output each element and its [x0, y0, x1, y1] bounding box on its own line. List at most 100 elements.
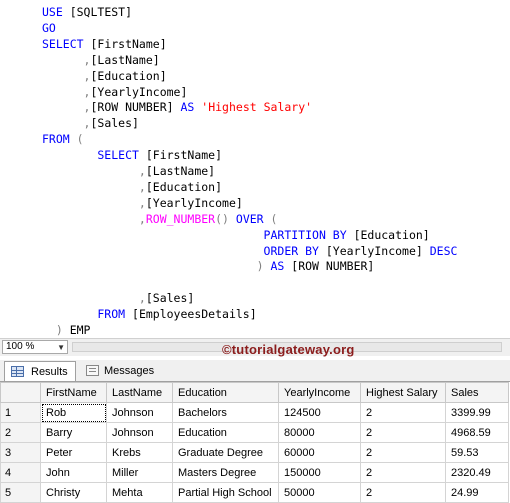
table-cell[interactable]: Peter — [41, 443, 107, 463]
code-token: [FirstName] — [84, 37, 167, 51]
table-cell[interactable]: 150000 — [279, 463, 361, 483]
table-cell[interactable]: 3399.99 — [446, 403, 509, 423]
code-token: FROM — [42, 307, 125, 321]
table-cell[interactable]: 2 — [361, 463, 446, 483]
code-token: OVER — [236, 212, 264, 226]
table-cell[interactable]: Miller — [107, 463, 173, 483]
tab-results[interactable]: Results — [4, 361, 76, 381]
code-token: DESC — [430, 244, 458, 258]
table-cell[interactable]: Barry — [41, 423, 107, 443]
code-token: , — [42, 85, 90, 99]
table-cell[interactable]: Rob — [41, 403, 107, 423]
messages-icon — [86, 365, 99, 376]
code-token: , — [42, 164, 146, 178]
code-token: , — [42, 116, 90, 130]
results-tabbar: Results Messages — [0, 360, 510, 382]
column-header[interactable]: YearlyIncome — [279, 383, 361, 403]
column-header[interactable]: Education — [173, 383, 279, 403]
table-cell[interactable]: Graduate Degree — [173, 443, 279, 463]
grid-corner[interactable] — [1, 383, 41, 403]
table-cell[interactable]: 2 — [361, 403, 446, 423]
code-token: [Education] — [146, 180, 222, 194]
row-number[interactable]: 2 — [1, 423, 41, 443]
code-token: GO — [42, 21, 56, 35]
code-token: [LastName] — [146, 164, 215, 178]
code-token: [ROW NUMBER] — [284, 259, 374, 273]
table-cell[interactable]: Masters Degree — [173, 463, 279, 483]
results-grid[interactable]: FirstNameLastNameEducationYearlyIncomeHi… — [0, 382, 510, 500]
results-table: FirstNameLastNameEducationYearlyIncomeHi… — [0, 382, 509, 503]
code-token: ) — [42, 323, 70, 337]
code-line: ,[YearlyIncome] — [42, 84, 187, 100]
code-token: EMP — [70, 323, 91, 337]
table-cell[interactable]: 2320.49 — [446, 463, 509, 483]
code-line: USE [SQLTEST] — [42, 4, 132, 20]
zoom-value: 100 % — [6, 341, 34, 352]
code-token: AS — [180, 100, 194, 114]
zoom-dropdown[interactable]: 100 % ▼ — [2, 340, 68, 354]
code-token: [FirstName] — [139, 148, 222, 162]
code-token: [EmployeesDetails] — [125, 307, 257, 321]
grid-icon — [11, 366, 24, 377]
code-token: , — [42, 100, 90, 114]
code-token: , — [42, 69, 90, 83]
code-token: AS — [270, 259, 284, 273]
table-cell[interactable]: 2 — [361, 443, 446, 463]
table-row[interactable]: 3PeterKrebsGraduate Degree60000259.53 — [1, 443, 509, 463]
row-number[interactable]: 4 — [1, 463, 41, 483]
code-token: PARTITION BY — [42, 228, 347, 242]
table-cell[interactable]: Johnson — [107, 423, 173, 443]
row-number[interactable]: 1 — [1, 403, 41, 423]
table-cell[interactable]: 60000 — [279, 443, 361, 463]
table-cell[interactable]: Krebs — [107, 443, 173, 463]
code-token: FROM — [42, 132, 70, 146]
code-line: PARTITION BY [Education] — [42, 227, 430, 243]
table-cell[interactable]: John — [41, 463, 107, 483]
table-cell[interactable]: 80000 — [279, 423, 361, 443]
code-line: ,[LastName] — [42, 163, 215, 179]
code-token: [YearlyIncome] — [319, 244, 430, 258]
code-line: ,[Sales] — [42, 290, 194, 306]
code-token: , — [42, 53, 90, 67]
code-line: ORDER BY [YearlyIncome] DESC — [42, 243, 457, 259]
code-token: () — [215, 212, 236, 226]
watermark: ©tutorialgateway.org — [222, 342, 355, 357]
tab-messages-label: Messages — [104, 365, 154, 377]
column-header[interactable]: Highest Salary — [361, 383, 446, 403]
code-line: SELECT [FirstName] — [42, 147, 222, 163]
code-token: ( — [264, 212, 278, 226]
code-line: ,[Education] — [42, 179, 222, 195]
sql-editor[interactable]: USE [SQLTEST]GOSELECT [FirstName] ,[Last… — [0, 0, 510, 338]
code-line: ) EMP — [42, 322, 90, 338]
code-token: [YearlyIncome] — [90, 85, 187, 99]
code-line: ,[YearlyIncome] — [42, 195, 243, 211]
code-token: [Education] — [347, 228, 430, 242]
code-token: [Education] — [90, 69, 166, 83]
column-header[interactable]: LastName — [107, 383, 173, 403]
tab-messages[interactable]: Messages — [80, 361, 158, 381]
code-token: ROW_NUMBER — [146, 212, 215, 226]
code-token: [YearlyIncome] — [146, 196, 243, 210]
table-cell[interactable]: 59.53 — [446, 443, 509, 463]
code-token: , — [42, 180, 146, 194]
column-header[interactable]: FirstName — [41, 383, 107, 403]
code-token: USE — [42, 5, 63, 19]
table-cell[interactable]: 2 — [361, 423, 446, 443]
table-cell[interactable]: Johnson — [107, 403, 173, 423]
table-row[interactable]: 1RobJohnsonBachelors12450023399.99 — [1, 403, 509, 423]
column-header[interactable]: Sales — [446, 383, 509, 403]
code-token: ( — [70, 132, 84, 146]
table-cell[interactable]: Education — [173, 423, 279, 443]
chevron-down-icon: ▼ — [57, 342, 65, 354]
table-cell[interactable]: Bachelors — [173, 403, 279, 423]
table-row[interactable]: 2BarryJohnsonEducation8000024968.59 — [1, 423, 509, 443]
row-number[interactable]: 3 — [1, 443, 41, 463]
code-token: 'Highest Salary' — [201, 100, 312, 114]
code-line: GO — [42, 20, 56, 36]
table-cell[interactable]: 124500 — [279, 403, 361, 423]
code-line: ) AS [ROW NUMBER] — [42, 258, 374, 274]
code-line: ,ROW_NUMBER() OVER ( — [42, 211, 277, 227]
table-row[interactable]: 4JohnMillerMasters Degree15000022320.49 — [1, 463, 509, 483]
code-token: SELECT — [42, 148, 139, 162]
table-cell[interactable]: 4968.59 — [446, 423, 509, 443]
